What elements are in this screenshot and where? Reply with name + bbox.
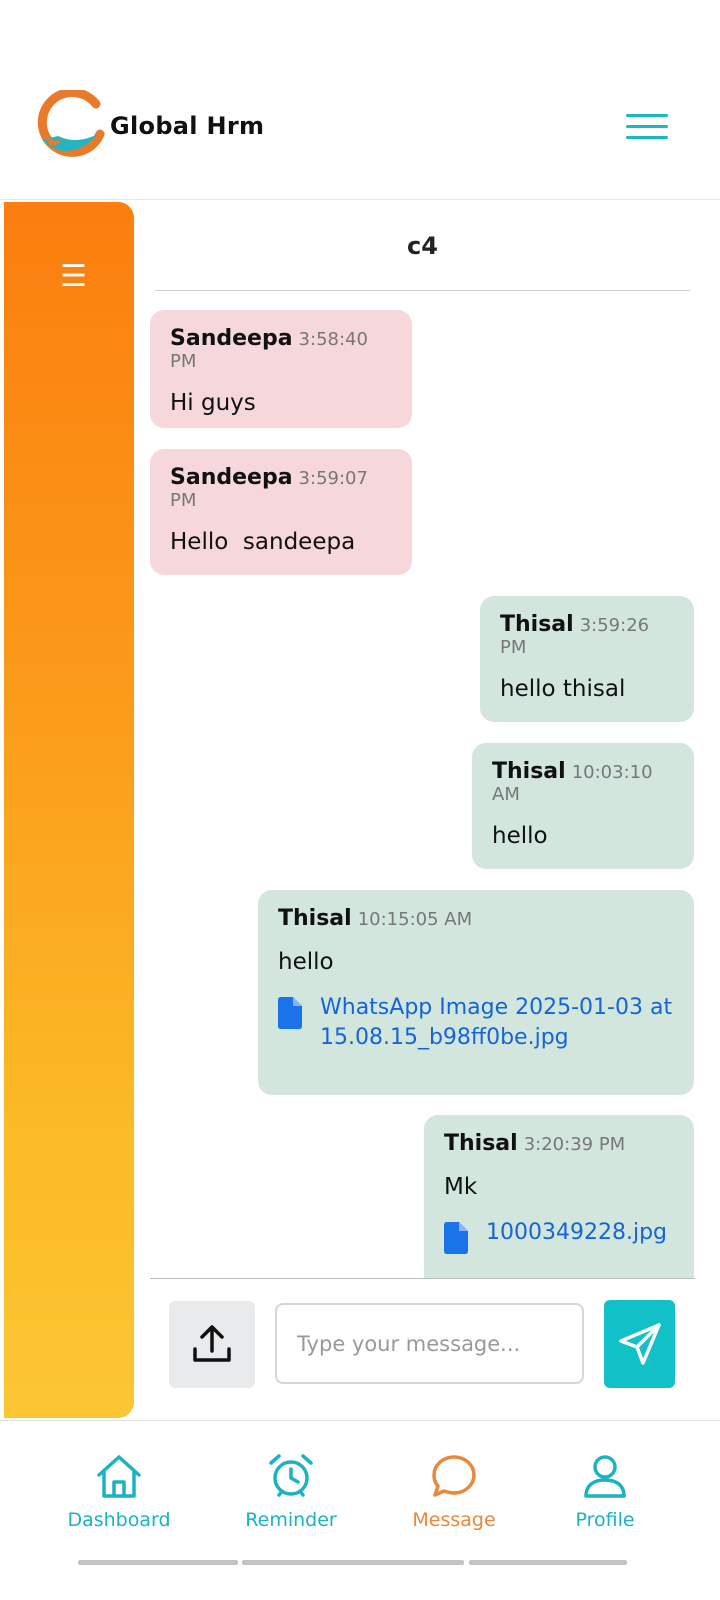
upload-button[interactable] (169, 1301, 255, 1388)
file-icon (278, 997, 302, 1029)
message-sender: Thisal (492, 759, 566, 784)
message-sender: Sandeepa (170, 465, 293, 490)
composer-divider (150, 1278, 695, 1279)
message-bubble: Thisal 10:03:10 AM hello (472, 743, 694, 869)
message-sender: Sandeepa (170, 326, 293, 351)
message-text: hello (492, 823, 548, 849)
sidebar-toggle-icon[interactable]: ☰ (60, 262, 87, 292)
message-bubble: Thisal 10:15:05 AM hello WhatsApp Image 2… (258, 890, 694, 1095)
message-input[interactable] (275, 1303, 584, 1384)
message-text: hello (278, 949, 334, 975)
nav-label: Message (412, 1509, 496, 1531)
brand-name: Global Hrm (110, 112, 265, 140)
hamburger-line (626, 125, 668, 128)
message-sender: Thisal (444, 1131, 518, 1156)
hamburger-line (626, 114, 668, 117)
message-text: hello thisal (500, 676, 626, 702)
message-text: Hello sandeepa (170, 529, 356, 555)
nav-reminder[interactable]: Reminder (221, 1453, 361, 1531)
upload-icon (193, 1325, 231, 1362)
attachment[interactable]: 1000349228.jpg (444, 1218, 674, 1254)
nav-label: Profile (575, 1509, 635, 1531)
message-sender: Thisal (500, 612, 574, 637)
message-bubble: Sandeepa 3:59:07 PM Hello sandeepa (150, 449, 412, 575)
nav-dashboard[interactable]: Dashboard (49, 1453, 189, 1531)
send-button[interactable] (604, 1300, 675, 1388)
nav-profile[interactable]: Profile (535, 1453, 675, 1531)
send-icon (619, 1323, 661, 1365)
bottom-nav: Dashboard Reminder Message Profile (0, 1421, 720, 1561)
message-bubble: Thisal 3:59:26 PM hello thisal (480, 596, 694, 722)
system-bar-segment (469, 1560, 627, 1565)
chat-title: c4 (407, 232, 438, 260)
message-text: Hi guys (170, 390, 256, 416)
message-time: 10:15:05 AM (357, 909, 473, 930)
attachment-link[interactable]: WhatsApp Image 2025-01-03 at 15.08.15_b9… (320, 993, 674, 1053)
system-bar-segment (242, 1560, 464, 1565)
hamburger-menu-button[interactable] (626, 112, 670, 142)
sidebar: ☰ (4, 202, 134, 1418)
file-icon (444, 1222, 468, 1254)
logo-icon (37, 90, 105, 157)
message-time: 3:20:39 PM (523, 1134, 626, 1155)
attachment-link[interactable]: 1000349228.jpg (486, 1218, 667, 1248)
message-sender: Thisal (278, 906, 352, 931)
attachment[interactable]: WhatsApp Image 2025-01-03 at 15.08.15_b9… (278, 993, 674, 1053)
chat-bubble-icon (432, 1455, 476, 1497)
user-icon (584, 1455, 626, 1498)
title-divider (155, 290, 690, 291)
nav-message[interactable]: Message (384, 1453, 524, 1531)
message-list[interactable]: Sandeepa 3:58:40 PM Hi guys Sandeepa 3:59:… (140, 292, 710, 1279)
home-icon (97, 1455, 141, 1498)
hamburger-line (626, 136, 668, 139)
app-header: Global Hrm (0, 0, 720, 200)
message-bubble: Thisal 3:20:39 PM Mk 1000349228.jpg (424, 1115, 694, 1279)
system-bar-segment (78, 1560, 238, 1565)
header-divider (0, 199, 720, 200)
nav-label: Reminder (245, 1509, 337, 1531)
nav-label: Dashboard (67, 1509, 171, 1531)
message-text: Mk (444, 1174, 478, 1200)
message-bubble: Sandeepa 3:58:40 PM Hi guys (150, 310, 412, 428)
alarm-clock-icon (269, 1454, 313, 1497)
